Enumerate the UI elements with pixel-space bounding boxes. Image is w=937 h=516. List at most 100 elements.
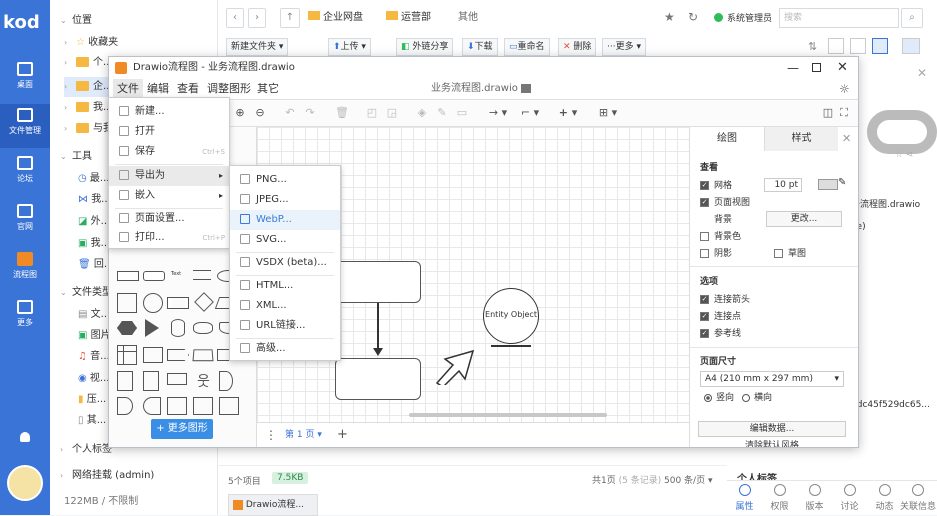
shape-callout[interactable]: [167, 373, 187, 385]
shape-actor[interactable]: 웃: [197, 371, 210, 391]
waypoints-icon[interactable]: ⌐ ▾: [517, 106, 543, 120]
guides-checkbox[interactable]: ✓ 参考线: [700, 327, 741, 341]
undo-icon[interactable]: ↶: [283, 106, 297, 120]
notification-bell-icon[interactable]: [20, 432, 30, 442]
sun-icon[interactable]: ☼: [839, 79, 850, 99]
close-icon[interactable]: ✕: [842, 132, 851, 145]
shape-trapezoid[interactable]: [192, 349, 214, 362]
shape-diamond[interactable]: [194, 292, 214, 312]
connection-points-checkbox[interactable]: ✓ 连接点: [700, 310, 741, 324]
edit-icon[interactable]: ✎: [838, 177, 846, 188]
icon-view-icon[interactable]: [828, 38, 844, 54]
shape-or[interactable]: [219, 371, 233, 391]
change-background-button[interactable]: 更改...: [766, 211, 842, 227]
sketch-checkbox[interactable]: 草图: [774, 247, 806, 261]
new-folder-button[interactable]: 新建文件夹 ▾: [226, 38, 289, 56]
breadcrumb-item[interactable]: 企业网盘: [308, 8, 363, 28]
clear-style-button[interactable]: 清除默认风格: [698, 439, 846, 447]
zoom-out-icon[interactable]: ⊖: [253, 106, 267, 120]
menu-item-print[interactable]: 打印... Ctrl+P: [109, 228, 229, 248]
shape-text[interactable]: Text: [171, 271, 181, 277]
search-input[interactable]: 搜索: [779, 8, 899, 28]
star-icon[interactable]: ★: [664, 10, 675, 24]
edit-data-button[interactable]: 编辑数据...: [698, 421, 846, 437]
export-advanced[interactable]: 高级...: [230, 339, 340, 359]
forward-button[interactable]: ›: [248, 8, 266, 28]
more-shapes-button[interactable]: + 更多图形: [151, 419, 213, 439]
menu-file[interactable]: 文件: [113, 79, 143, 99]
shadow-checkbox[interactable]: 阴影: [700, 247, 732, 261]
close-button[interactable]: ✕: [837, 57, 848, 79]
shape-cylinder[interactable]: [171, 319, 185, 337]
grid-size-input[interactable]: 10 pt: [764, 178, 802, 192]
grid-color-swatch[interactable]: [818, 179, 838, 190]
export-webp[interactable]: WebP...: [230, 210, 340, 230]
rename-button[interactable]: ▭重命名: [504, 38, 550, 56]
to-back-icon[interactable]: ◲: [385, 106, 399, 120]
export-svg[interactable]: SVG...: [230, 230, 340, 250]
sidebar-item-files[interactable]: 文件管理: [0, 104, 50, 148]
table-icon[interactable]: ⊞ ▾: [595, 106, 621, 120]
to-front-icon[interactable]: ◰: [365, 106, 379, 120]
menu-item-page-setup[interactable]: 页面设置...: [109, 209, 229, 229]
tree-section-location[interactable]: ⌄ 位置: [60, 11, 228, 31]
portrait-radio[interactable]: 竖向: [704, 391, 734, 405]
shape-internal-storage[interactable]: [117, 345, 137, 365]
minimize-button[interactable]: —: [787, 57, 799, 79]
user-name[interactable]: 系统管理员: [727, 11, 772, 24]
shape-note[interactable]: [117, 371, 133, 391]
connection-arrows-checkbox[interactable]: ✓ 连接箭头: [700, 293, 750, 307]
export-xml[interactable]: XML...: [230, 296, 340, 316]
shape-step[interactable]: [167, 349, 189, 361]
search-icon[interactable]: ⌕: [901, 8, 923, 28]
shape-process[interactable]: [167, 297, 189, 309]
up-button[interactable]: ↑: [280, 8, 300, 28]
shape-circle[interactable]: [143, 293, 163, 313]
export-url[interactable]: URL链接...: [230, 316, 340, 336]
tab-discuss[interactable]: 讨论: [832, 484, 867, 512]
breadcrumb-item[interactable]: 运营部: [386, 8, 431, 28]
back-button[interactable]: ‹: [226, 8, 244, 28]
shape-rounded-rectangle[interactable]: [143, 271, 165, 281]
menu-item-new[interactable]: 新建...: [109, 102, 229, 122]
share-link-button[interactable]: ◧ 外链分享: [396, 38, 454, 56]
tree-item-favorites[interactable]: › ☆ 收藏夹: [64, 33, 232, 53]
shape-frame[interactable]: [219, 397, 239, 415]
menu-item-embed[interactable]: 嵌入 ▸: [109, 186, 229, 206]
menu-extras[interactable]: 其它: [253, 79, 283, 99]
shape-data-storage[interactable]: [143, 397, 161, 415]
split-view-icon[interactable]: [872, 38, 888, 54]
menu-edit[interactable]: 编辑: [143, 79, 173, 99]
export-jpeg[interactable]: JPEG...: [230, 190, 340, 210]
sidebar-item-desktop[interactable]: 桌面: [0, 58, 50, 102]
page-view-checkbox[interactable]: ✓ 页面视图: [700, 196, 750, 210]
tab-activity[interactable]: 动态: [867, 484, 902, 512]
shape-cube[interactable]: [143, 347, 163, 363]
page-menu-icon[interactable]: ⋮: [265, 423, 277, 447]
upload-button[interactable]: ⬆上传 ▾: [328, 38, 371, 56]
connector-arrow[interactable]: [377, 303, 379, 351]
delete-icon[interactable]: 🗑: [335, 106, 349, 120]
grid-checkbox[interactable]: ✓ 网格: [700, 179, 732, 193]
menu-item-save[interactable]: 保存 Ctrl+S: [109, 142, 229, 162]
shape-cloud[interactable]: [193, 322, 213, 334]
flow-box-bottom[interactable]: [335, 358, 421, 400]
download-button[interactable]: ⬇下载: [462, 38, 498, 56]
shape-delay[interactable]: [117, 397, 133, 415]
flow-box-top[interactable]: [335, 261, 421, 303]
tab-properties[interactable]: 属性: [727, 484, 762, 512]
shape-textbox[interactable]: [193, 270, 211, 280]
tab-permissions[interactable]: 权限: [762, 484, 797, 512]
shape-arrow[interactable]: [429, 335, 479, 385]
avatar[interactable]: [7, 465, 43, 501]
tab-diagram[interactable]: 绘图: [690, 127, 764, 151]
fullscreen-icon[interactable]: ⛶: [837, 106, 851, 120]
shape-container[interactable]: [167, 397, 187, 415]
sidebar-item-website[interactable]: 官网: [0, 200, 50, 244]
detail-toggle-icon[interactable]: [902, 38, 920, 54]
taskbar-item-drawio[interactable]: Drawio流程...: [228, 494, 318, 516]
shape-hexagon[interactable]: [117, 321, 137, 335]
export-png[interactable]: PNG...: [230, 170, 340, 190]
shape-triangle[interactable]: [145, 319, 159, 337]
sidebar-item-forum[interactable]: 论坛: [0, 152, 50, 196]
